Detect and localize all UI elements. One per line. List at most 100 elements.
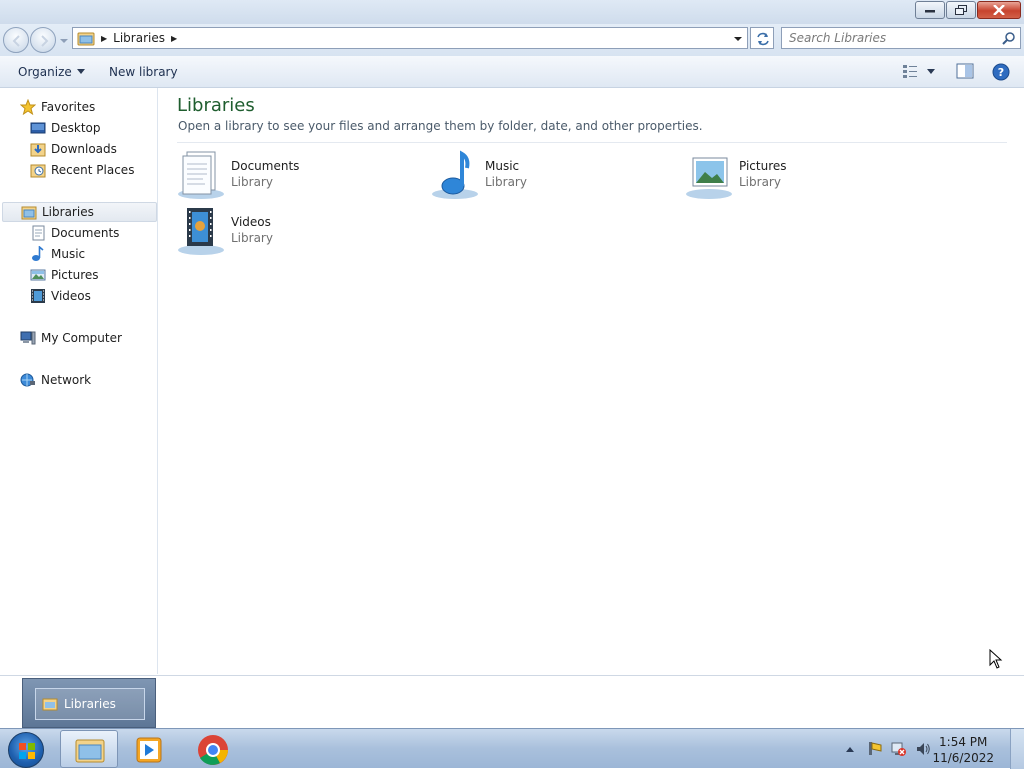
refresh-button[interactable] [750,27,774,49]
address-dropdown-icon[interactable] [733,34,743,44]
back-button[interactable] [3,27,29,53]
help-icon[interactable]: ? [992,63,1010,81]
new-library-button[interactable]: New library [109,65,178,79]
refresh-icon [757,32,769,46]
network-status-icon[interactable] [891,741,907,757]
address-bar[interactable]: ▶ Libraries ▶ [72,27,748,49]
sidebar-item-documents[interactable]: Documents [30,223,119,243]
forward-arrow-icon [41,35,49,47]
minimize-button[interactable] [915,1,945,19]
downloads-icon [30,143,46,157]
start-button[interactable] [8,732,44,768]
sidebar-item-label: Network [41,373,92,387]
restore-icon [955,5,967,15]
view-options-dropdown-icon[interactable] [926,68,936,76]
network-icon [20,373,35,387]
close-icon [993,5,1005,15]
library-videos[interactable]: Videos Library [177,206,417,258]
forward-button[interactable] [30,27,56,53]
volume-icon[interactable] [915,741,931,757]
search-icon[interactable] [1002,31,1016,45]
window-controls [915,1,1021,19]
library-name: Documents [231,159,300,173]
divider [177,142,1007,143]
music-icon [32,246,44,261]
recent-pages-dropdown-icon[interactable] [59,36,69,46]
minimize-icon [925,10,935,13]
library-type: Library [231,175,273,189]
taskbar: 1:54 PM 11/6/2022 [0,728,1024,769]
page-description: Open a library to see your files and arr… [178,119,703,133]
clock[interactable]: 1:54 PM 11/6/2022 [932,734,994,766]
taskbar-explorer-button[interactable] [60,730,118,768]
sidebar-item-desktop[interactable]: Desktop [30,118,101,138]
navigation-pane: Favorites Desktop Downloads Recent Place… [0,88,158,674]
clock-date: 11/6/2022 [932,751,994,765]
sidebar-item-label: Downloads [51,142,117,156]
organize-label: Organize [18,65,72,79]
libraries-folder-icon [77,32,95,46]
sidebar-item-label: Recent Places [51,163,135,177]
page-title: Libraries [177,95,255,116]
videos-library-icon [178,208,224,255]
show-hidden-icons-icon[interactable] [845,745,855,753]
window-thumbnail[interactable]: Libraries [22,678,156,728]
sidebar-item-pictures[interactable]: Pictures [30,265,99,285]
computer-icon [20,331,36,345]
breadcrumb-libraries[interactable]: Libraries [113,31,165,45]
back-arrow-icon [12,35,20,47]
sidebar-item-label: Documents [51,226,120,240]
library-name: Videos [231,215,271,229]
sidebar-item-label: Music [51,247,86,261]
star-icon [20,99,36,115]
media-player-icon [136,737,162,763]
pictures-icon [30,269,46,281]
taskbar-preview-area: Libraries [0,675,1024,728]
system-tray: 1:54 PM 11/6/2022 [840,729,1024,769]
taskbar-media-player-button[interactable] [120,730,178,768]
sidebar-item-label: Pictures [51,268,99,282]
explorer-icon [75,739,105,763]
organize-button[interactable]: Organize [18,65,85,79]
sidebar-item-music[interactable]: Music [30,244,85,264]
breadcrumb-separator-icon[interactable]: ▶ [101,34,107,43]
close-button[interactable] [977,1,1021,19]
sidebar-item-recent-places[interactable]: Recent Places [30,160,134,180]
title-bar [0,0,1024,24]
chrome-icon [198,735,228,765]
taskbar-chrome-button[interactable] [184,730,242,768]
search-input[interactable] [789,28,999,48]
preview-pane-icon[interactable] [956,63,974,79]
library-documents[interactable]: Documents Library [177,150,417,202]
sidebar-item-label: Favorites [41,100,96,114]
sidebar-item-favorites[interactable]: Favorites [20,97,95,117]
search-box[interactable] [781,27,1021,49]
library-type: Library [231,231,273,245]
sidebar-item-network[interactable]: Network [20,370,91,390]
sidebar-item-downloads[interactable]: Downloads [30,139,117,159]
sidebar-item-videos[interactable]: Videos [30,286,91,306]
library-pictures[interactable]: Pictures Library [685,150,925,202]
change-view-icon[interactable] [902,63,918,79]
thumbnail-title: Libraries [64,697,116,711]
sidebar-item-my-computer[interactable]: My Computer [20,328,122,348]
library-name: Music [485,159,520,173]
sidebar-item-libraries[interactable]: Libraries [2,202,157,222]
recent-places-icon [30,164,46,178]
mouse-cursor-icon [989,649,1003,669]
desktop-icon [30,122,46,134]
library-music[interactable]: Music Library [431,150,671,202]
sidebar-item-label: Videos [51,289,91,303]
libraries-icon [21,206,37,220]
svg-text:?: ? [998,66,1004,79]
action-center-icon[interactable] [867,741,883,757]
videos-icon [31,289,45,303]
sidebar-item-label: Desktop [51,121,101,135]
breadcrumb-separator-icon[interactable]: ▶ [171,34,177,43]
show-desktop-button[interactable] [1010,729,1024,769]
chevron-down-icon [76,69,85,74]
restore-button[interactable] [946,1,976,19]
windows-logo-icon [19,743,35,759]
library-type: Library [739,175,781,189]
address-row: ▶ Libraries ▶ [0,24,1024,56]
